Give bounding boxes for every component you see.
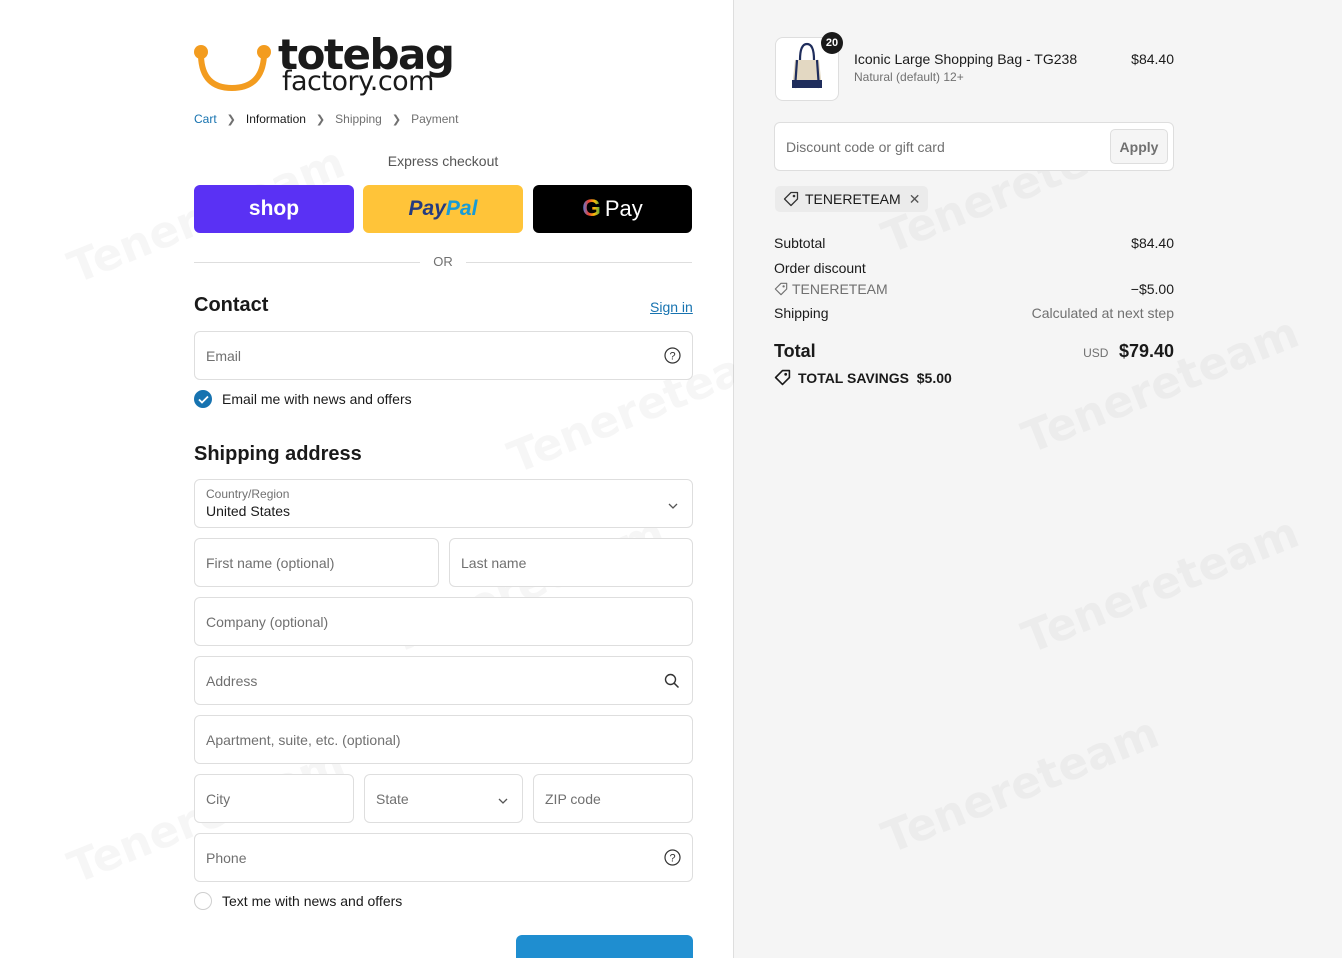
country-select[interactable]: Country/Region United States (194, 479, 693, 528)
google-g-icon: G (582, 195, 601, 222)
breadcrumb-payment: Payment (411, 112, 459, 126)
company-field[interactable]: Company (optional) (194, 597, 693, 646)
watermark: Tenereteam (1015, 507, 1306, 664)
logo-subword: factory.com (282, 66, 434, 97)
subtotal-row: Subtotal $84.40 (774, 235, 1174, 251)
zip-field[interactable]: ZIP code (533, 774, 693, 823)
quantity-badge: 20 (821, 32, 843, 54)
close-icon[interactable]: ✕ (909, 191, 921, 208)
search-icon (663, 672, 681, 690)
product-price: $84.40 (1131, 51, 1174, 67)
total-amount: $79.40 (1118, 341, 1174, 361)
discount-code-text: TENERETEAM (792, 281, 888, 297)
product-variant: Natural (default) 12+ (854, 70, 964, 84)
address-placeholder: Address (206, 672, 258, 689)
last-name-field[interactable]: Last name (449, 538, 693, 587)
applied-code-chip: TENERETEAM ✕ (775, 186, 929, 212)
watermark: Tenereteam (875, 707, 1166, 864)
discount-code-display: TENERETEAM (774, 281, 888, 297)
product-name: Iconic Large Shopping Bag - TG238 (854, 51, 1078, 67)
sms-checkbox-row[interactable]: Text me with news and offers (194, 892, 402, 910)
subtotal-label: Subtotal (774, 235, 826, 251)
breadcrumb-information: Information (245, 112, 306, 126)
order-discount-label: Order discount (774, 260, 866, 276)
chevron-right-icon: ❯ (226, 113, 236, 126)
breadcrumb-shipping: Shipping (335, 112, 382, 126)
help-icon[interactable]: ? (663, 347, 681, 365)
chevron-down-icon (498, 791, 508, 807)
total-savings: TOTAL SAVINGS $5.00 (774, 369, 952, 386)
applied-code-label: TENERETEAM (805, 191, 901, 207)
country-value: United States (206, 503, 291, 519)
shipping-value: Calculated at next step (1031, 305, 1174, 321)
paypal-label-pal: Pal (445, 197, 478, 220)
shop-pay-button[interactable]: shop (194, 185, 354, 233)
last-name-placeholder: Last name (461, 554, 527, 571)
shipping-label: Shipping (774, 305, 829, 321)
total-label: Total (774, 341, 816, 361)
checkbox-checked-icon[interactable] (194, 390, 212, 408)
apply-button[interactable]: Apply (1110, 129, 1168, 164)
watermark: Tenereteam (1015, 307, 1306, 464)
checkout-main-panel: Tenereteam Tenereteam Tenereteam Teneret… (0, 0, 734, 958)
shipping-row: Shipping Calculated at next step (774, 305, 1174, 321)
checkbox-unchecked-icon[interactable] (194, 892, 212, 910)
apartment-field[interactable]: Apartment, suite, etc. (optional) (194, 715, 693, 764)
breadcrumb: Cart ❯ Information ❯ Shipping ❯ Payment (194, 112, 458, 126)
state-select[interactable]: State (364, 774, 523, 823)
order-discount-row: Order discount (774, 260, 1174, 276)
apartment-placeholder: Apartment, suite, etc. (optional) (206, 731, 401, 748)
breadcrumb-cart[interactable]: Cart (194, 112, 217, 126)
tag-icon (774, 369, 791, 386)
first-name-placeholder: First name (optional) (206, 554, 335, 571)
chevron-right-icon: ❯ (391, 113, 402, 126)
discount-placeholder: Discount code or gift card (786, 138, 945, 155)
phone-placeholder: Phone (206, 849, 247, 866)
svg-text:?: ? (669, 351, 675, 363)
discount-code-row: TENERETEAM −$5.00 (774, 281, 1174, 297)
city-placeholder: City (206, 790, 231, 807)
sign-in-link[interactable]: Sign in (650, 299, 693, 315)
contact-heading: Contact (194, 294, 269, 316)
newsletter-label: Email me with news and offers (222, 391, 412, 407)
google-pay-button[interactable]: G Pay (533, 185, 692, 233)
subtotal-value: $84.40 (1131, 235, 1174, 251)
chevron-down-icon (668, 496, 678, 512)
chevron-right-icon: ❯ (315, 113, 326, 126)
store-logo[interactable]: totebag factory.com (192, 30, 462, 98)
continue-button[interactable] (516, 935, 693, 958)
email-field[interactable]: Email ? (194, 331, 693, 380)
shop-pay-label: shop (248, 197, 300, 220)
company-placeholder: Company (optional) (206, 613, 329, 630)
email-placeholder: Email (206, 347, 242, 364)
zip-placeholder: ZIP code (545, 790, 601, 807)
paypal-label-pay: Pay (408, 197, 446, 220)
discount-code-field[interactable]: Discount code or gift card Apply (774, 122, 1174, 171)
currency-code: USD (1083, 346, 1109, 360)
address-field[interactable]: Address (194, 656, 693, 705)
total-row: Total USD $79.40 (774, 341, 1174, 362)
first-name-field[interactable]: First name (optional) (194, 538, 439, 587)
or-separator: OR (433, 254, 453, 269)
phone-field[interactable]: Phone ? (194, 833, 693, 882)
svg-text:?: ? (669, 853, 675, 865)
express-checkout-label: Express checkout (387, 153, 499, 169)
smile-logo-icon (194, 45, 271, 92)
sms-label: Text me with news and offers (222, 893, 403, 909)
discount-amount: −$5.00 (1130, 281, 1174, 297)
city-field[interactable]: City (194, 774, 354, 823)
shipping-address-heading: Shipping address (194, 443, 362, 465)
newsletter-checkbox-row[interactable]: Email me with news and offers (194, 390, 412, 408)
help-icon[interactable]: ? (663, 849, 681, 867)
state-placeholder: State (376, 790, 409, 807)
total-savings-text: TOTAL SAVINGS $5.00 (798, 369, 952, 386)
tag-icon (783, 191, 799, 207)
google-pay-label: Pay (604, 196, 643, 221)
paypal-button[interactable]: Pay Pal (363, 185, 523, 233)
country-label: Country/Region (206, 487, 290, 501)
tag-icon (774, 282, 788, 296)
